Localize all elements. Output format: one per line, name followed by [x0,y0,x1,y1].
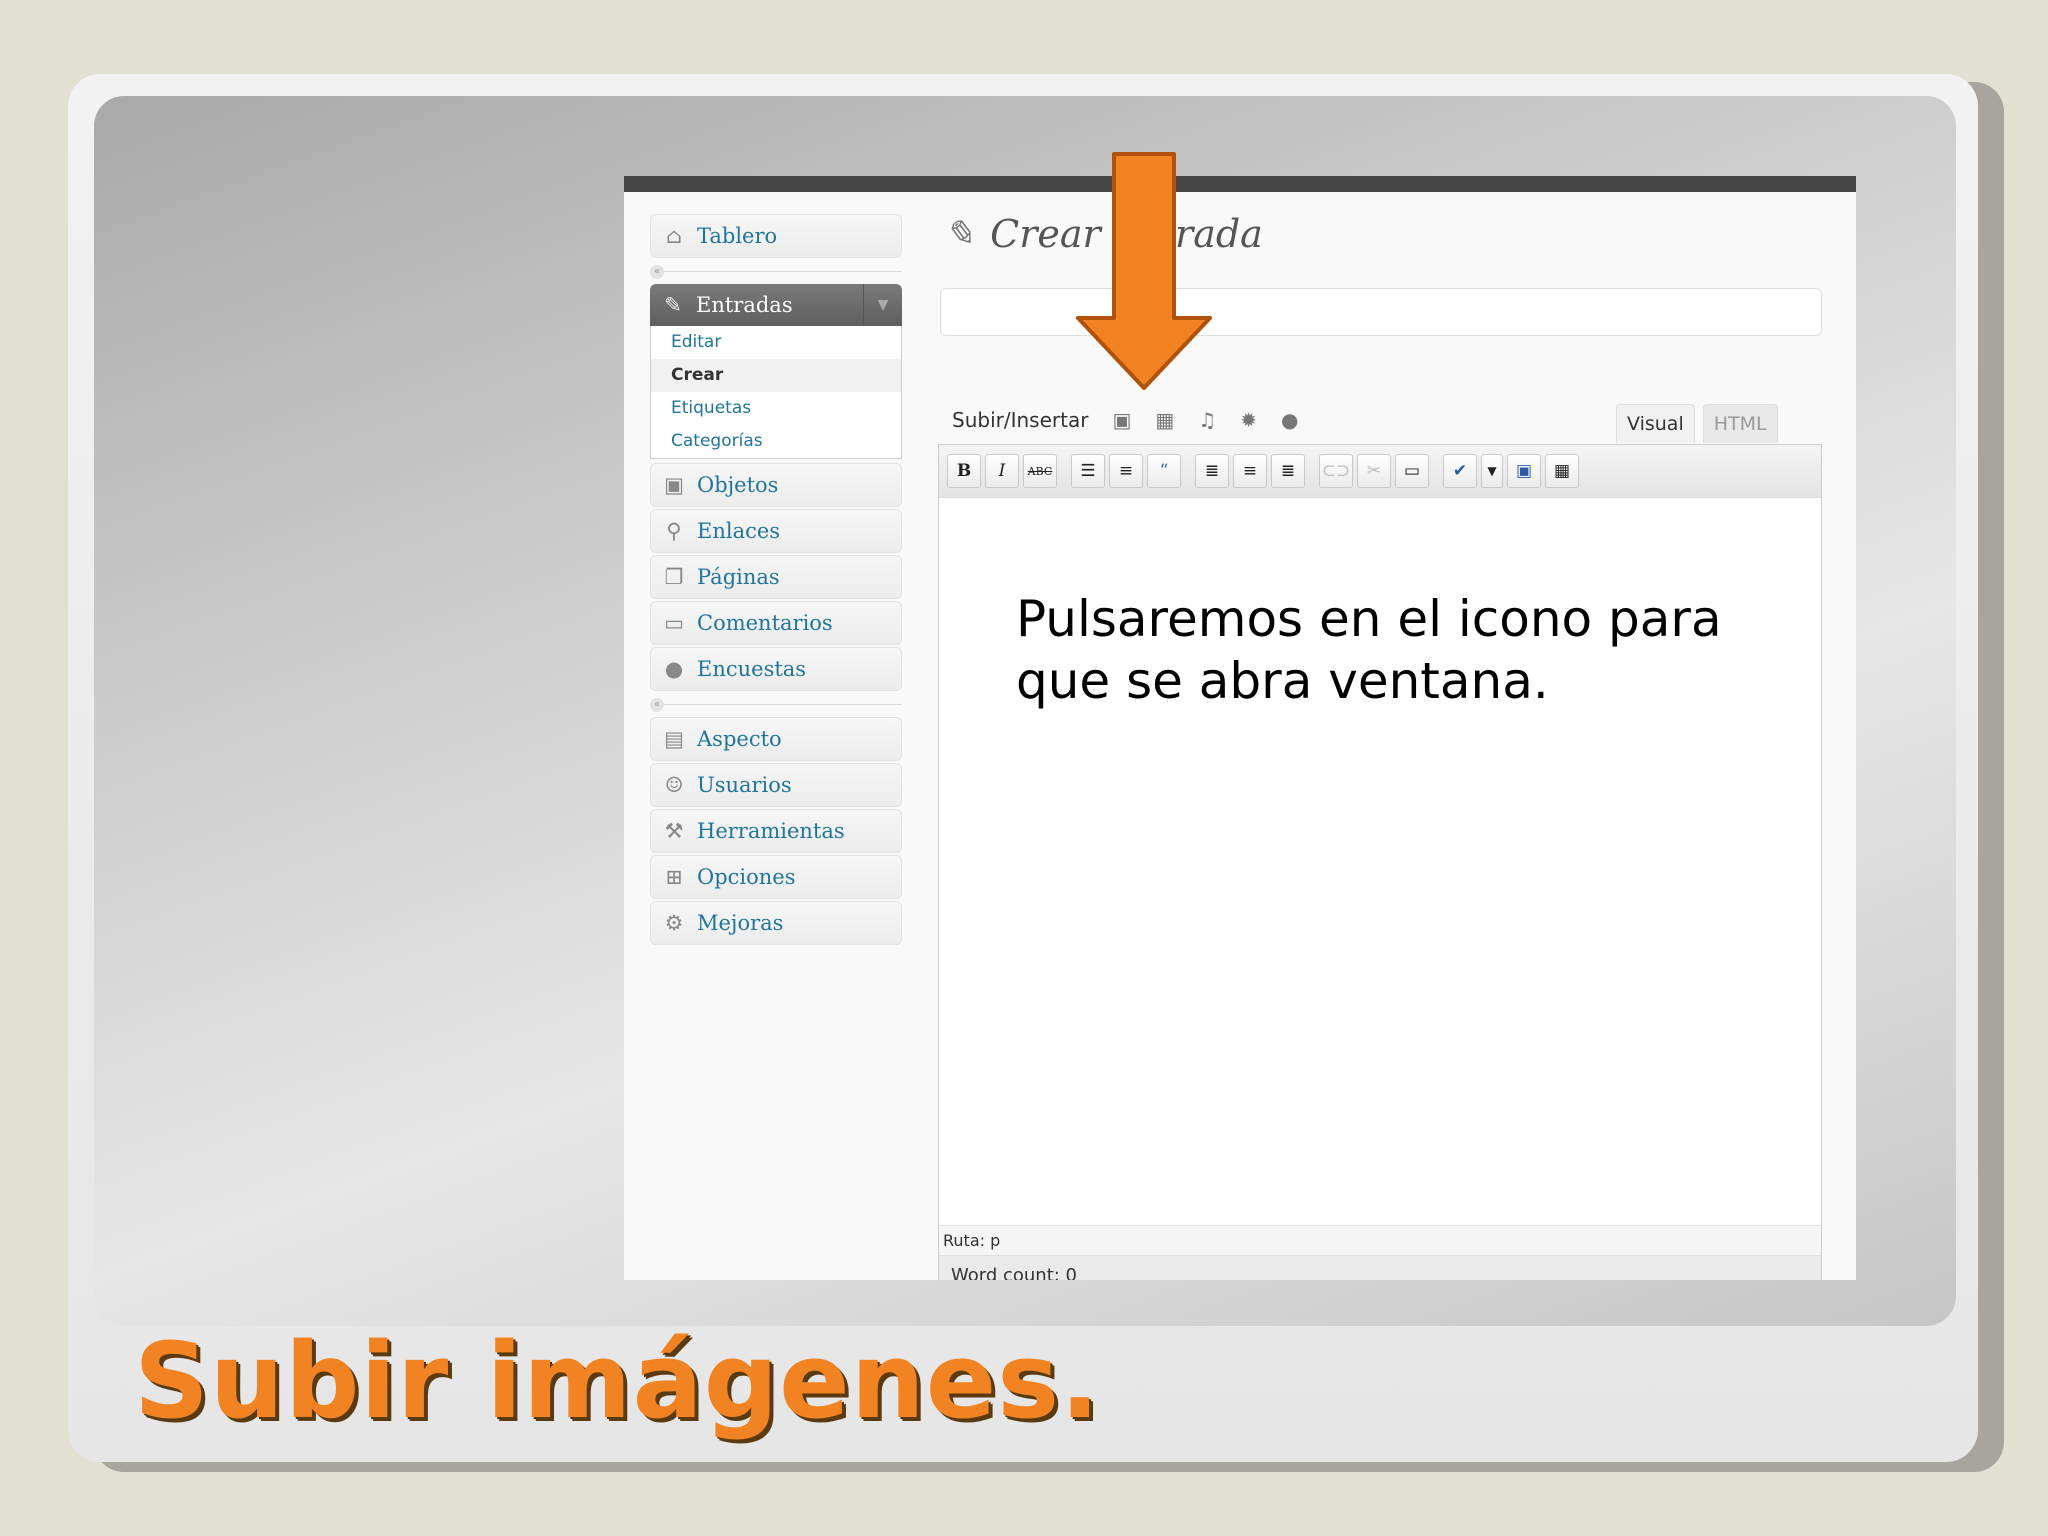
upload-insert-label: Subir/Insertar [952,408,1089,432]
post-editor[interactable]: B I ABC ☰ ≡ “ ≣ ≡ ≣ ⊂⊃ ✂ ▭ ✔ ▼ ▣ ▦ Ruta:… [938,444,1822,1280]
add-poll-icon[interactable]: ● [1281,408,1298,432]
menu-label: Mejoras [697,911,784,935]
menu-item-settings[interactable]: ⊞ Opciones [650,855,902,899]
add-video-icon[interactable]: ▦ [1155,408,1174,432]
submenu-item-categories[interactable]: Categorías [651,425,901,458]
add-image-icon[interactable]: ▣ [1112,408,1131,432]
tools-icon: ⚒ [664,819,684,843]
kitchen-sink-button[interactable]: ▦ [1545,454,1579,488]
pin-icon: ✎ [664,293,682,317]
menu-item-users[interactable]: ☺ Usuarios [650,763,902,807]
menu-label: Herramientas [697,819,845,843]
admin-menu: ⌂ Tablero « ✎ Entradas ▼ Editar Crear Et… [650,214,902,947]
add-media-icon[interactable]: ✹ [1240,408,1257,432]
home-icon: ⌂ [665,224,683,248]
link-button[interactable]: ⊂⊃ [1319,454,1353,488]
comment-icon: ▭ [664,611,684,635]
poll-icon: ● [664,657,684,681]
italic-button[interactable]: I [985,454,1019,488]
align-right-button[interactable]: ≣ [1271,454,1305,488]
editor-toolbar: B I ABC ☰ ≡ “ ≣ ≡ ≣ ⊂⊃ ✂ ▭ ✔ ▼ ▣ ▦ [939,445,1821,498]
editor-tabs: Visual HTML [1616,404,1786,443]
submenu-item-tags[interactable]: Etiquetas [651,392,901,425]
align-center-button[interactable]: ≡ [1233,454,1267,488]
menu-item-tools[interactable]: ⚒ Herramientas [650,809,902,853]
menu-label: Enlaces [697,519,781,543]
wordpress-screenshot: ⌂ Tablero « ✎ Entradas ▼ Editar Crear Et… [624,176,1856,1280]
bold-button[interactable]: B [947,454,981,488]
tab-html[interactable]: HTML [1702,404,1778,443]
slide-title: Subir imágenes. [134,1320,1101,1442]
appearance-icon: ▤ [664,727,684,751]
menu-item-plugins[interactable]: ⚙ Mejoras [650,901,902,945]
menu-label: Aspecto [697,727,782,751]
posts-submenu: Editar Crear Etiquetas Categorías [650,326,902,459]
tab-visual[interactable]: Visual [1616,404,1695,443]
arrow-down-icon [1076,152,1212,390]
editor-path: Ruta: p [939,1225,1821,1255]
menu-item-dashboard[interactable]: ⌂ Tablero [650,214,902,258]
menu-item-media[interactable]: ▣ Objetos [650,463,902,507]
users-icon: ☺ [664,773,684,797]
pin-icon: ✎ [944,213,975,255]
menu-item-links[interactable]: ⚲ Enlaces [650,509,902,553]
fullscreen-button[interactable]: ▣ [1507,454,1541,488]
menu-toggle-arrow[interactable]: ▼ [863,284,902,326]
blockquote-button[interactable]: “ [1147,454,1181,488]
menu-label: Objetos [697,473,779,497]
menu-label: Opciones [697,865,796,889]
plugins-icon: ⚙ [664,911,684,935]
spellcheck-dropdown-button[interactable]: ▼ [1481,454,1503,488]
numbered-list-button[interactable]: ≡ [1109,454,1143,488]
admin-top-bar [624,176,1856,192]
menu-separator[interactable]: « [650,260,902,284]
menu-label: Usuarios [697,773,792,797]
menu-item-polls[interactable]: ● Encuestas [650,647,902,691]
strikethrough-button[interactable]: ABC [1023,454,1057,488]
submenu-item-create[interactable]: Crear [651,359,901,392]
align-left-button[interactable]: ≣ [1195,454,1229,488]
unlink-button[interactable]: ✂ [1357,454,1391,488]
menu-separator[interactable]: « [650,693,902,717]
menu-label: Entradas [696,293,793,317]
more-tag-button[interactable]: ▭ [1395,454,1429,488]
bullet-list-button[interactable]: ☰ [1071,454,1105,488]
annotation-text: Pulsaremos en el icono para que se abra … [1016,590,1722,710]
media-icon: ▣ [664,473,684,497]
menu-label: Tablero [697,224,778,248]
media-buttons: Subir/Insertar ▣ ▦ ♫ ✹ ● [952,408,1298,432]
menu-item-posts[interactable]: ✎ Entradas ▼ [650,284,902,326]
post-title-input[interactable] [940,288,1822,336]
menu-item-pages[interactable]: ❐ Páginas [650,555,902,599]
spellcheck-button[interactable]: ✔ [1443,454,1477,488]
menu-label: Comentarios [697,611,833,635]
menu-label: Páginas [697,565,780,589]
submenu-item-edit[interactable]: Editar [651,326,901,359]
word-count: Word count: 0 [939,1255,1821,1280]
add-audio-icon[interactable]: ♫ [1198,408,1216,432]
menu-item-comments[interactable]: ▭ Comentarios [650,601,902,645]
menu-item-appearance[interactable]: ▤ Aspecto [650,717,902,761]
pages-icon: ❐ [664,565,684,589]
menu-label: Encuestas [697,657,807,681]
settings-icon: ⊞ [665,865,683,889]
link-icon: ⚲ [666,519,682,543]
